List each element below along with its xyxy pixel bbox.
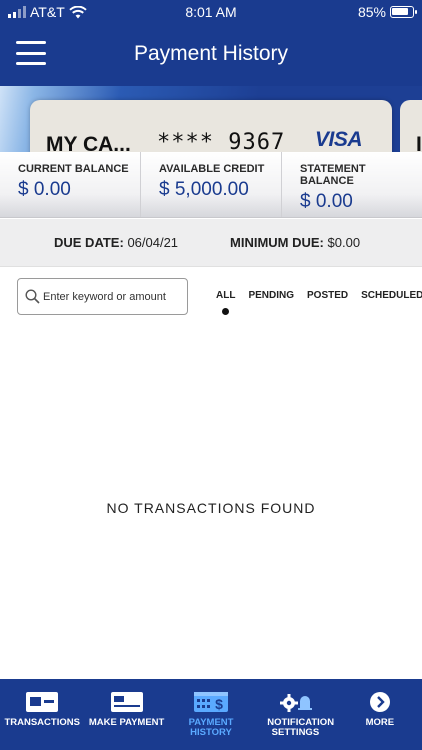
calendar-dollar-icon: $: [194, 692, 229, 712]
minimum-due-value: $0.00: [327, 235, 361, 250]
balance-value: $ 0.00: [300, 191, 353, 212]
tab-label: TRANSACTIONS: [4, 717, 80, 728]
gear-bell-icon: [280, 694, 313, 712]
balance-value: $ 0.00: [18, 179, 71, 200]
current-balance: CURRENT BALANCE $ 0.00: [0, 152, 140, 217]
balance-value: $ 5,000.00: [159, 179, 249, 200]
due-date-label: DUE DATE:: [54, 235, 124, 250]
tab-payment-history[interactable]: $ PAYMENT HISTORY: [169, 679, 253, 750]
tab-transactions[interactable]: TRANSACTIONS: [0, 679, 84, 750]
available-credit: AVAILABLE CREDIT $ 5,000.00: [140, 152, 281, 217]
status-bar: AT&T 8:01 AM 85%: [0, 0, 422, 24]
page-title: Payment History: [133, 42, 289, 65]
balance-label: CURRENT BALANCE: [18, 163, 129, 175]
tab-make-payment[interactable]: MAKE PAYMENT: [84, 679, 168, 750]
search-icon: [25, 289, 40, 304]
transaction-filters: ALL PENDING POSTED SCHEDULED: [216, 290, 422, 315]
visa-logo: VISA: [314, 128, 363, 151]
balance-summary: CURRENT BALANCE $ 0.00 AVAILABLE CREDIT …: [0, 152, 422, 218]
battery-icon: [390, 6, 417, 18]
minimum-due: MINIMUM DUE: $0.00: [230, 235, 360, 250]
tab-label: PAYMENT HISTORY: [188, 717, 234, 738]
filter-all[interactable]: ALL: [216, 290, 235, 315]
svg-text:$: $: [215, 696, 223, 712]
next-card-peek[interactable]: I: [400, 100, 422, 152]
filter-scheduled[interactable]: SCHEDULED: [361, 290, 422, 301]
due-date: DUE DATE: 06/04/21: [54, 235, 178, 250]
tab-notification-settings[interactable]: NOTIFICATION SETTINGS: [253, 679, 337, 750]
balance-label: STATEMENT BALANCE: [300, 163, 366, 187]
empty-state-message: NO TRANSACTIONS FOUND: [106, 500, 316, 516]
tab-label: MORE: [365, 717, 395, 728]
due-info-bar: DUE DATE: 06/04/21 MINIMUM DUE: $0.00: [0, 219, 422, 267]
battery-percent: 85%: [357, 4, 386, 20]
statement-balance: STATEMENT BALANCE $ 0.00: [281, 152, 422, 217]
tab-more[interactable]: MORE: [338, 679, 422, 750]
card-icon: [110, 692, 143, 712]
card-carousel[interactable]: MY CA... **** 9367 VISA I: [0, 86, 422, 152]
tab-label: NOTIFICATION SETTINGS: [267, 717, 335, 738]
card-name: MY CA...: [46, 133, 131, 152]
minimum-due-label: MINIMUM DUE:: [230, 235, 324, 250]
filter-posted[interactable]: POSTED: [307, 290, 348, 301]
due-date-value: 06/04/21: [127, 235, 179, 250]
credit-card[interactable]: MY CA... **** 9367 VISA: [30, 100, 392, 152]
filter-pending[interactable]: PENDING: [248, 290, 294, 301]
search-input[interactable]: [43, 288, 183, 306]
balance-label: AVAILABLE CREDIT: [159, 163, 265, 175]
app-header: AT&T 8:01 AM 85% Payment History: [0, 0, 422, 86]
transactions-icon: [26, 692, 59, 712]
tab-label: MAKE PAYMENT: [88, 717, 165, 728]
card-last4: **** 9367: [157, 130, 286, 152]
search-box[interactable]: [17, 278, 188, 315]
bottom-navigation: TRANSACTIONS MAKE PAYMENT $ PAYMENT HIST…: [0, 679, 422, 750]
chevron-right-circle-icon: [369, 692, 390, 712]
